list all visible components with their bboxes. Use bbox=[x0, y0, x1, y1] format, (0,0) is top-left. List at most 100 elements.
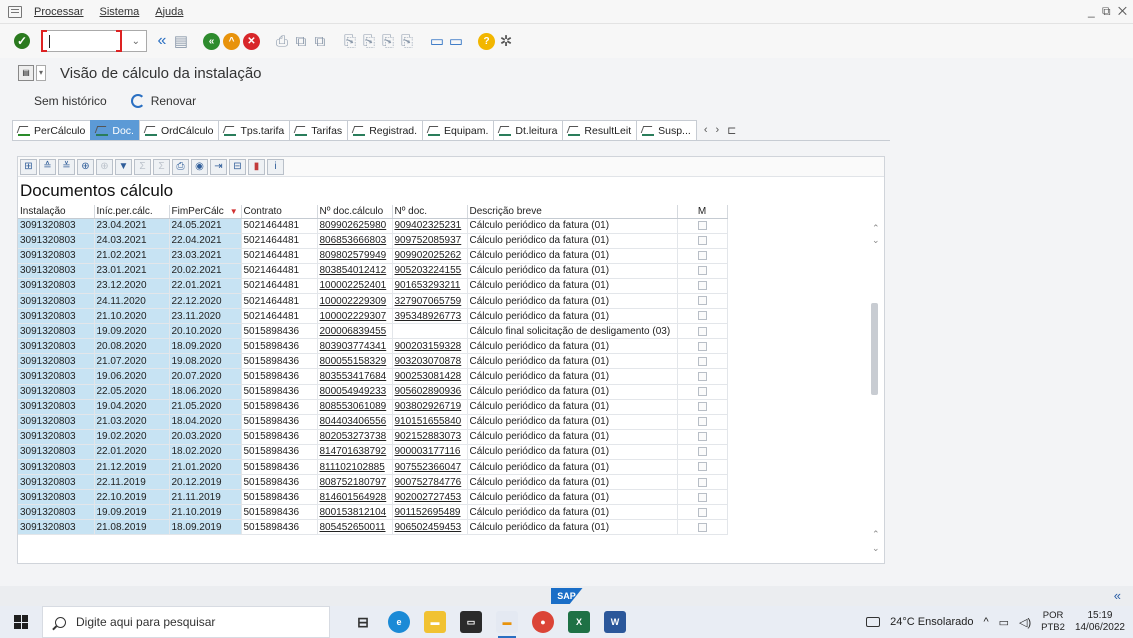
cell-doc-calculo[interactable]: 814601564928 bbox=[317, 489, 393, 506]
cell-doc[interactable]: 909752085937 bbox=[392, 233, 468, 249]
table-row[interactable]: 3091320803 19.09.2019 21.10.2019 5015898436… bbox=[18, 504, 728, 521]
row-checkbox[interactable] bbox=[697, 447, 707, 457]
back-green-icon[interactable]: « bbox=[203, 32, 220, 50]
next-page-icon[interactable]: ⎘ bbox=[380, 32, 396, 50]
scroll-down-icon[interactable]: ⌄ bbox=[872, 235, 880, 246]
cell-doc[interactable]: 909902025262 bbox=[392, 248, 468, 264]
row-checkbox[interactable] bbox=[697, 386, 707, 396]
help-icon[interactable]: ? bbox=[478, 32, 495, 50]
command-field[interactable]: ⌄ bbox=[41, 30, 147, 52]
table-row[interactable]: 3091320803 21.02.2021 23.03.2021 5021464481… bbox=[18, 248, 728, 264]
tab-susp[interactable]: Susp... bbox=[636, 120, 697, 140]
scroll-down-icon[interactable]: ⌄ bbox=[872, 543, 880, 554]
cell-doc-calculo[interactable]: 806853666803 bbox=[317, 233, 393, 249]
row-checkbox[interactable] bbox=[697, 492, 707, 502]
tab-next-icon[interactable]: › bbox=[715, 124, 719, 136]
cell-doc-calculo[interactable]: 808752180797 bbox=[317, 474, 393, 491]
screen-menu-icon[interactable]: ▤ bbox=[18, 65, 34, 81]
taskbar-search[interactable]: Digite aqui para pesquisar bbox=[42, 606, 330, 638]
menu-sistema[interactable]: Sistema bbox=[92, 6, 148, 18]
table-row[interactable]: 3091320803 21.10.2020 23.11.2020 5021464481… bbox=[18, 308, 728, 325]
col-doc-calculo[interactable]: Nº doc.cálculo bbox=[317, 205, 393, 219]
cell-doc[interactable]: 902002727453 bbox=[392, 489, 468, 506]
tray-chevron-up-icon[interactable]: ^ bbox=[983, 616, 988, 628]
find-icon[interactable]: ⊕ bbox=[77, 158, 94, 175]
filter-icon[interactable]: ▼ bbox=[115, 158, 132, 175]
table-row[interactable]: 3091320803 23.12.2020 22.01.2021 5021464481… bbox=[18, 278, 728, 294]
row-checkbox[interactable] bbox=[697, 356, 707, 366]
cell-doc-calculo[interactable]: 200006839455 bbox=[317, 323, 393, 340]
cell-doc-calculo[interactable]: 809902625980 bbox=[317, 218, 393, 234]
screen-menu-dropdown-icon[interactable]: ▾ bbox=[36, 65, 46, 81]
edge-icon[interactable]: e bbox=[388, 611, 410, 633]
cell-doc[interactable]: 902152883073 bbox=[392, 429, 468, 445]
cell-doc[interactable]: 901653293211 bbox=[392, 278, 468, 294]
table-row[interactable]: 3091320803 24.11.2020 22.12.2020 5021464481… bbox=[18, 293, 728, 310]
save-icon[interactable]: ▤ bbox=[173, 32, 189, 50]
row-checkbox[interactable] bbox=[697, 266, 707, 276]
cell-doc[interactable]: 900003177116 bbox=[392, 444, 468, 461]
details-icon[interactable]: ⊞ bbox=[20, 158, 37, 175]
col-fim-periodo[interactable]: FimPerCálc ▼ bbox=[169, 205, 242, 219]
table-row[interactable]: 3091320803 21.07.2020 19.08.2020 5015898436… bbox=[18, 353, 728, 370]
row-checkbox[interactable] bbox=[697, 371, 707, 381]
print-icon[interactable]: ⎙ bbox=[274, 32, 290, 50]
file-explorer-icon[interactable]: ▬ bbox=[424, 611, 446, 633]
chevron-down-icon[interactable]: ⌄ bbox=[132, 36, 140, 47]
tab-registrad[interactable]: Registrad. bbox=[347, 120, 424, 140]
col-instalacao[interactable]: Instalação bbox=[18, 205, 95, 219]
weather-text[interactable]: 24°C Ensolarado bbox=[890, 616, 973, 628]
col-doc[interactable]: Nº doc. bbox=[392, 205, 468, 219]
volume-icon[interactable]: ◁) bbox=[1019, 616, 1031, 629]
new-session-icon[interactable]: ▭ bbox=[429, 32, 445, 50]
tab-tps-tarifa[interactable]: Tps.tarifa bbox=[218, 120, 291, 140]
row-checkbox[interactable] bbox=[697, 236, 707, 245]
cell-doc[interactable]: 901152695489 bbox=[392, 504, 468, 521]
table-row[interactable]: 3091320803 24.03.2021 22.04.2021 5021464481… bbox=[18, 233, 728, 249]
table-row[interactable]: 3091320803 19.09.2020 20.10.2020 5015898436… bbox=[18, 323, 728, 340]
cell-doc[interactable]: 910151655840 bbox=[392, 414, 468, 430]
task-view-icon[interactable]: ⊟ bbox=[352, 611, 374, 633]
cell-doc[interactable] bbox=[392, 323, 468, 340]
tab-doc[interactable]: Doc. bbox=[90, 120, 140, 140]
row-checkbox[interactable] bbox=[697, 522, 707, 532]
cell-doc-calculo[interactable]: 803553417684 bbox=[317, 368, 393, 385]
cell-doc[interactable]: 900253081428 bbox=[392, 368, 468, 385]
system-menu-icon[interactable] bbox=[8, 5, 22, 18]
row-checkbox[interactable] bbox=[697, 402, 707, 412]
cell-doc-calculo[interactable]: 800055158329 bbox=[317, 353, 393, 370]
total-icon[interactable]: Σ bbox=[134, 158, 151, 175]
cell-doc[interactable]: 903802926719 bbox=[392, 399, 468, 415]
cell-doc-calculo[interactable]: 809802579949 bbox=[317, 248, 393, 264]
tab-prev-icon[interactable]: ‹ bbox=[704, 124, 708, 136]
start-button[interactable] bbox=[0, 606, 42, 638]
table-row[interactable]: 3091320803 21.08.2019 18.09.2019 5015898436… bbox=[18, 519, 728, 536]
menu-ajuda[interactable]: Ajuda bbox=[147, 6, 191, 18]
tab-list-icon[interactable]: ⊏ bbox=[727, 124, 736, 137]
exit-icon[interactable]: ^ bbox=[223, 32, 240, 50]
row-checkbox[interactable] bbox=[697, 220, 707, 230]
cell-doc[interactable]: 906502459453 bbox=[392, 519, 468, 536]
cell-doc-calculo[interactable]: 800054949233 bbox=[317, 384, 393, 400]
cell-doc-calculo[interactable]: 803854012412 bbox=[317, 263, 393, 279]
tab-ordcalculo[interactable]: OrdCálculo bbox=[138, 120, 220, 140]
sap-logon-icon[interactable]: ▬ bbox=[496, 611, 518, 638]
scroll-up-icon[interactable]: ⌃ bbox=[872, 223, 880, 234]
cell-doc[interactable]: 900752784776 bbox=[392, 474, 468, 491]
table-row[interactable]: 3091320803 19.04.2020 21.05.2020 5015898436… bbox=[18, 399, 728, 415]
prev-page-icon[interactable]: ⎘ bbox=[361, 32, 377, 50]
last-page-icon[interactable]: ⎘ bbox=[399, 32, 415, 50]
row-checkbox[interactable] bbox=[697, 507, 707, 517]
table-row[interactable]: 3091320803 21.12.2019 21.01.2020 5015898436… bbox=[18, 459, 728, 476]
row-checkbox[interactable] bbox=[697, 326, 707, 336]
cell-doc[interactable]: 907552366047 bbox=[392, 459, 468, 476]
window-controls[interactable]: _ ⧉ ✕ bbox=[1088, 4, 1129, 19]
table-row[interactable]: 3091320803 21.03.2020 18.04.2020 5015898436… bbox=[18, 414, 728, 430]
tab-equipam[interactable]: Equipam. bbox=[422, 120, 495, 140]
cell-doc[interactable]: 903203070878 bbox=[392, 353, 468, 370]
sort-descending-icon[interactable]: ≚ bbox=[58, 158, 75, 175]
scroll-thumb[interactable] bbox=[871, 303, 878, 395]
cancel-icon[interactable]: ✕ bbox=[243, 32, 260, 50]
table-row[interactable]: 3091320803 22.10.2019 21.11.2019 5015898436… bbox=[18, 489, 728, 506]
cell-doc-calculo[interactable]: 808553061089 bbox=[317, 399, 393, 415]
